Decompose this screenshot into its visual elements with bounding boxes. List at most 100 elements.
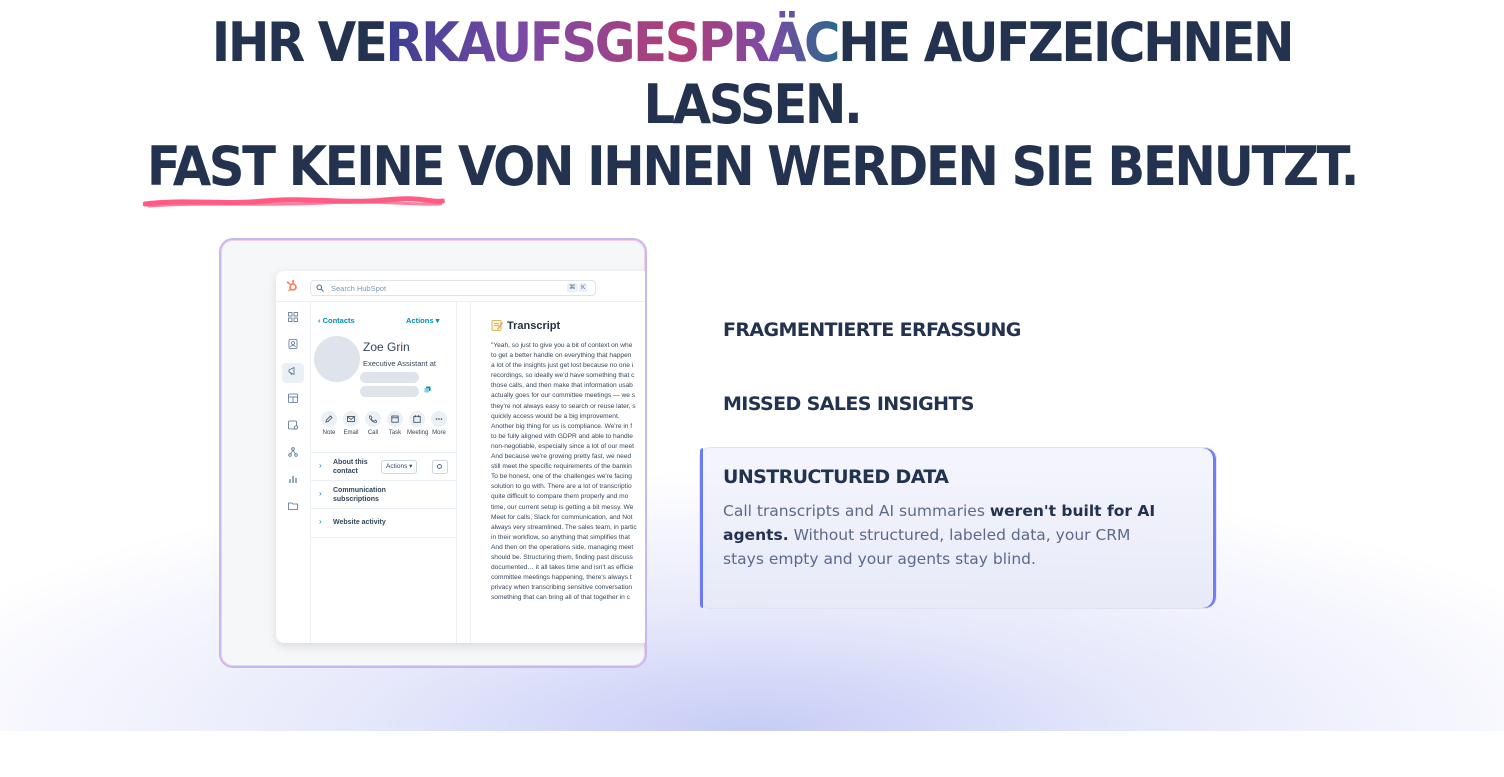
quick-action-label: Call	[367, 430, 379, 436]
contact-title: Executive Assistant at	[363, 359, 436, 368]
headline-line-3: FAST KEINE VON IHNEN WERDEN SIE BENUTZT.	[60, 135, 1444, 208]
calendar-grid-icon[interactable]	[288, 393, 298, 403]
section-title: Communication subscriptions	[333, 487, 386, 503]
section-title: Website activity	[333, 519, 386, 526]
avatar	[314, 336, 360, 382]
hubspot-app-window: Search HubSpot ⌘ K ‹ Contacts Actions ▾ …	[276, 271, 645, 643]
phone-icon	[369, 415, 377, 423]
headline-text: FAST KEINE	[146, 135, 446, 198]
transcript-line: a lot of the insights just get lost beca…	[491, 362, 634, 370]
quick-action-label: Task	[388, 430, 402, 436]
meeting-action[interactable]: Meeting	[407, 411, 429, 436]
communication-subscriptions-section[interactable]: › Communication subscriptions	[310, 480, 456, 509]
redacted-field	[360, 386, 419, 397]
transcript-line: non-negotiable, especially since a lot o…	[491, 442, 634, 450]
headline-text: HE AUFZEICHNEN	[838, 11, 1294, 74]
transcript-line: should be. Structuring them, finding pas…	[491, 553, 633, 561]
transcript-line: time, our current setup is getting a bit…	[491, 503, 634, 511]
headline-text: IHR VE	[211, 11, 388, 74]
contact-name: Zoe Grin	[363, 340, 410, 354]
folder-icon[interactable]	[288, 501, 298, 511]
about-contact-section[interactable]: › About this contact Actions ▾	[310, 452, 456, 481]
note-action[interactable]: Note	[319, 411, 339, 436]
hubspot-logo-icon	[286, 280, 297, 292]
contacts-breadcrumb[interactable]: ‹ Contacts	[318, 316, 355, 325]
more-icon	[435, 418, 443, 420]
contact-panel: ‹ Contacts Actions ▾ Zoe Grin Executive …	[310, 302, 457, 643]
search-placeholder: Search HubSpot	[331, 284, 387, 293]
email-icon	[347, 416, 355, 422]
actions-dropdown[interactable]: Actions ▾	[406, 316, 439, 325]
quick-action-label: Meeting	[407, 430, 429, 436]
transcript-line: actually goes for our committee meetings…	[491, 392, 636, 400]
headline-line-2: LASSEN.	[643, 73, 862, 136]
transcript-panel: Transcript "Yeah, so just to give you a …	[491, 319, 645, 603]
redacted-field	[360, 372, 419, 383]
headline: IHR VERKAUFSGESPRÄCHE AUFZEICHNEN LASSEN…	[60, 12, 1444, 208]
transcript-line: To be honest, one of the challenges we'r…	[491, 473, 632, 481]
section-actions-button[interactable]: Actions ▾	[381, 460, 418, 474]
app-topbar: Search HubSpot ⌘ K	[276, 271, 645, 302]
headline-text: VON IHNEN WERDEN SIE BENUTZT.	[443, 135, 1360, 198]
grid-icon[interactable]	[288, 312, 298, 322]
more-action[interactable]: More	[429, 411, 449, 436]
memo-icon	[491, 320, 503, 331]
transcript-line: in their workflow, so anything that simp…	[491, 533, 630, 541]
description-text: Call transcripts and AI summaries	[723, 502, 990, 520]
settings-button[interactable]	[432, 460, 448, 474]
transcript-line: something that can bring all of that tog…	[491, 594, 630, 602]
underline-scribble	[143, 196, 445, 208]
transcript-line: quite difficult to compare them properly…	[491, 493, 629, 501]
transcript-line: Meet for calls, Slack for communication,…	[491, 513, 633, 521]
note-icon	[325, 415, 333, 423]
feature-title-unstructured-data[interactable]: UNSTRUCTURED DATA	[723, 466, 949, 488]
website-activity-section[interactable]: › Website activity	[310, 508, 456, 538]
gear-icon	[437, 464, 442, 469]
call-action[interactable]: Call	[363, 411, 383, 436]
chevron-right-icon: ›	[319, 489, 322, 498]
megaphone-icon[interactable]	[288, 366, 298, 376]
transcript-line: And then on the operations side, managin…	[491, 543, 634, 551]
section-title: About this contact	[333, 459, 368, 475]
transcript-line: recordings, so ideally we'd have somethi…	[491, 372, 635, 380]
task-action[interactable]: Task	[385, 411, 405, 436]
transcript-title: Transcript	[507, 320, 561, 332]
workflow-icon[interactable]	[288, 447, 298, 457]
headline-line-1: IHR VERKAUFSGESPRÄCHE AUFZEICHNEN	[60, 12, 1444, 74]
transcript-line: privacy when transcribing sensitive conv…	[491, 584, 633, 592]
crm-screenshot-card: Search HubSpot ⌘ K ‹ Contacts Actions ▾ …	[219, 238, 647, 668]
contacts-icon[interactable]	[288, 339, 298, 349]
divider	[470, 302, 471, 643]
quick-action-label: Note	[322, 430, 336, 436]
transcript-text: "Yeah, so just to give you a bit of cont…	[491, 341, 645, 603]
copy-icon[interactable]	[424, 386, 431, 393]
search-input[interactable]: Search HubSpot ⌘ K	[310, 280, 596, 296]
transcript-line: documented… it all takes time and isn't …	[491, 564, 634, 572]
quick-action-label: More	[432, 430, 446, 436]
transcript-line: "Yeah, so just to give you a bit of cont…	[491, 342, 633, 349]
transcript-line: quickly access would be a big improvemen…	[491, 412, 620, 420]
task-icon	[391, 415, 399, 423]
search-icon	[316, 284, 324, 292]
active-indicator	[700, 448, 703, 608]
transcript-line: they're not always easy to search or reu…	[491, 402, 636, 410]
calendar-icon	[413, 415, 421, 423]
feature-description: Call transcripts and AI summaries weren'…	[723, 499, 1173, 571]
reports-icon[interactable]	[288, 474, 298, 484]
transcript-line: always very streamlined. The sales team,…	[491, 523, 637, 531]
feature-title-fragmented-capture[interactable]: FRAGMENTIERTE ERFASSUNG	[723, 319, 1021, 341]
transcript-heading: Transcript	[491, 319, 645, 332]
shortcut-key: ⌘	[567, 283, 578, 292]
bottom-strip	[0, 731, 1504, 777]
transcript-line: solution to go with. There are a lot of …	[491, 483, 632, 491]
email-action[interactable]: Email	[341, 411, 361, 436]
feature-title-missed-insights[interactable]: MISSED SALES INSIGHTS	[723, 393, 975, 415]
transcript-line: committee meetings happening, there's al…	[491, 574, 632, 582]
nav-rail	[276, 302, 311, 643]
headline-gradient-text: RKAUFSGESPRÄC	[385, 11, 840, 74]
transcript-line: And because we're growing pretty fast, w…	[491, 453, 632, 461]
inbox-icon[interactable]	[288, 420, 298, 430]
transcript-line: those calls, and then make that informat…	[491, 382, 633, 390]
chevron-right-icon: ›	[319, 517, 322, 526]
shortcut-key: K	[579, 283, 588, 292]
